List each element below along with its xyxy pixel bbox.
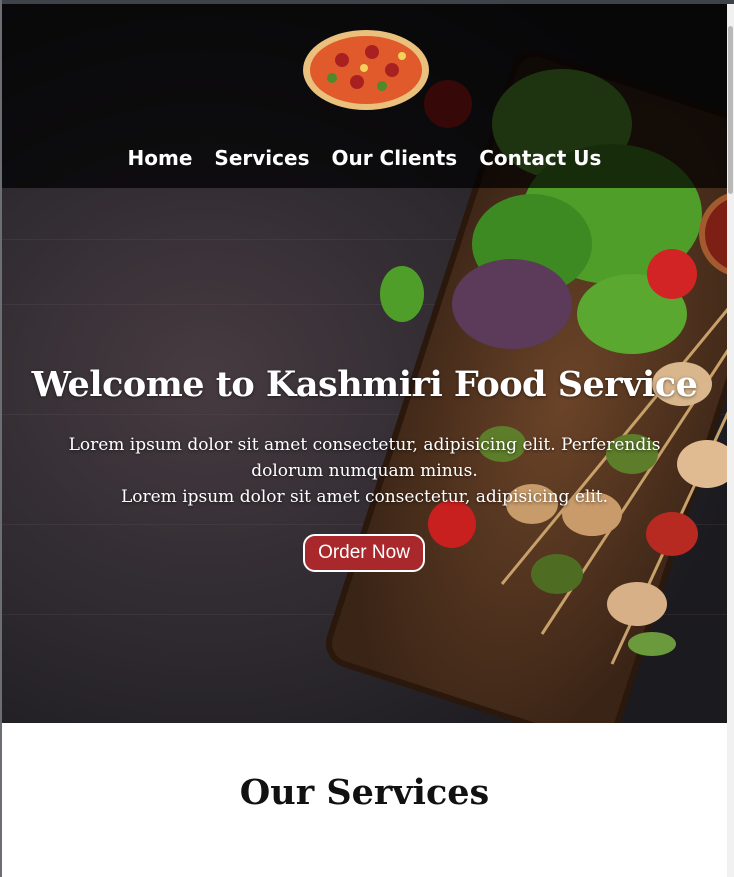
hero-description: Lorem ipsum dolor sit amet consectetur, … <box>57 432 672 510</box>
top-navbar: Home Services Our Clients Contact Us <box>2 4 727 188</box>
scrollbar-thumb[interactable] <box>728 26 733 194</box>
nav-item-home[interactable]: Home <box>128 141 193 175</box>
pizza-logo-icon[interactable] <box>302 26 430 114</box>
hero-line-1: Lorem ipsum dolor sit amet consectetur, … <box>68 435 661 481</box>
hero-section: Home Services Our Clients Contact Us Wel… <box>2 4 727 723</box>
nav-item-our-clients[interactable]: Our Clients <box>331 141 457 175</box>
main-nav: Home Services Our Clients Contact Us <box>2 141 727 175</box>
services-heading: Our Services <box>239 772 490 813</box>
hero-title: Welcome to Kashmiri Food Service <box>31 364 698 405</box>
hero-line-2: Lorem ipsum dolor sit amet consectetur, … <box>120 487 609 507</box>
nav-item-contact-us[interactable]: Contact Us <box>479 141 601 175</box>
scrollbar[interactable] <box>727 4 734 877</box>
order-now-button[interactable]: Order Now <box>303 534 425 572</box>
nav-item-services[interactable]: Services <box>214 141 309 175</box>
